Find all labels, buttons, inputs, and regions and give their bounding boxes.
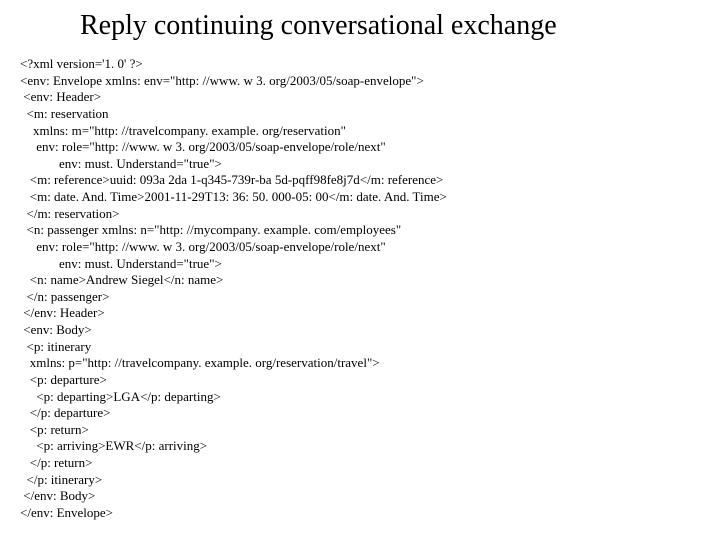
slide: Reply continuing conversational exchange… [0,0,720,540]
slide-title: Reply continuing conversational exchange [80,10,700,42]
xml-code-block: <?xml version='1. 0' ?> <env: Envelope x… [20,56,700,522]
